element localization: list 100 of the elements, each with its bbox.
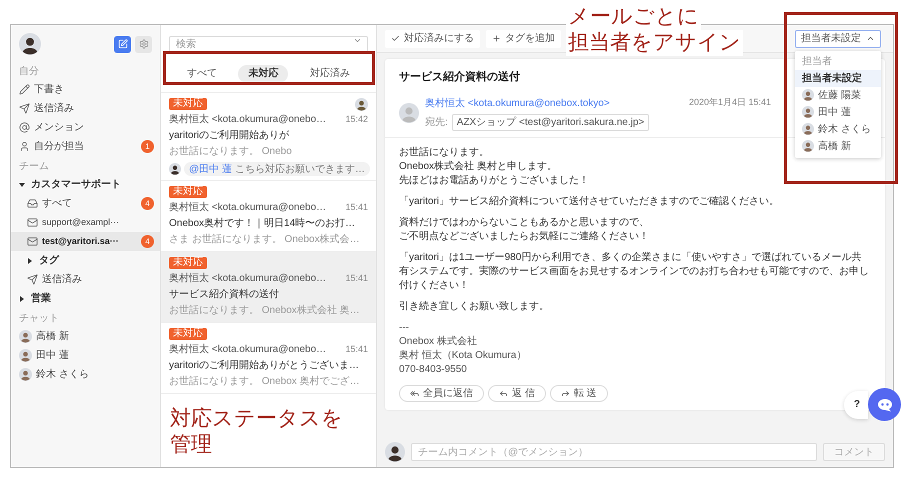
sidebar-group[interactable]: タグ — [11, 251, 160, 270]
sidebar-item[interactable]: メンション — [11, 118, 160, 137]
sidebar-item[interactable]: 自分が担当 1 — [11, 137, 160, 156]
assignee-option[interactable]: 田中 蓮 — [795, 104, 881, 120]
at-sign-icon — [19, 122, 30, 133]
annotation-text: 担当者をアサイン — [566, 30, 743, 56]
time-text: 15:41 — [345, 272, 368, 285]
send-icon — [19, 103, 30, 114]
chat-bubble-icon — [876, 398, 892, 412]
caret-icon — [27, 258, 33, 264]
sender-link[interactable]: 奥村恒太 <kota.okumura@onebox.tokyo> — [425, 96, 610, 110]
section-label: チーム — [18, 160, 50, 174]
sender-text: 奥村恒太 <kota.okumura@onebo… — [169, 342, 326, 357]
inbox-icon — [27, 198, 38, 209]
envelope-icon — [27, 236, 38, 247]
person-avatar — [19, 330, 32, 343]
section-label: チャット — [18, 312, 60, 326]
subject-text: yaritoriのご利用開始ありが — [169, 128, 290, 143]
user-icon — [19, 141, 30, 152]
person-avatar — [802, 123, 814, 135]
message-item[interactable]: 未対応 奥村恒太 <kota.okumura@onebo… 15:41 サービス紹介資料の送付 お世話になります。 Onebox株式会社 奥… — [161, 252, 376, 323]
email-text: Onebox 株式会社 — [399, 334, 477, 348]
sidebar-item[interactable]: 鈴木 さくら — [11, 365, 160, 384]
count-badge: 4 — [141, 197, 154, 210]
envelope-icon — [27, 217, 38, 228]
toolbar-button[interactable]: 対応済みにする — [385, 30, 480, 48]
person-avatar — [385, 442, 405, 462]
preview-text: お世話になります。 Onebo — [169, 144, 292, 159]
status-tag: 未対応 — [169, 186, 207, 198]
sidebar-item[interactable]: support@exampl··· — [11, 213, 160, 232]
assignee-option[interactable]: 担当者未設定 — [795, 70, 881, 86]
email-subject: サービス紹介資料の送付 — [399, 70, 520, 85]
comment-text: こちら対応お願いできます… — [234, 162, 365, 176]
sidebar-group[interactable]: カスタマーサポート — [11, 175, 160, 194]
person-avatar — [802, 140, 814, 152]
person-avatar — [19, 349, 32, 362]
plus-icon — [492, 34, 501, 43]
status-tab[interactable]: 対応済み — [300, 64, 360, 82]
time-text: 15:41 — [345, 200, 368, 214]
email-text: 資料だけではわからないこともあるかと思いますので、 — [399, 216, 649, 230]
sender-text: 奥村恒太 <kota.okumura@onebo… — [169, 200, 326, 215]
status-tag: 未対応 — [169, 328, 207, 340]
status-tab[interactable]: すべて — [176, 64, 227, 82]
email-text: お世話になります。 — [399, 146, 489, 160]
time-text: 15:41 — [345, 342, 368, 356]
person-avatar — [802, 106, 814, 118]
sidebar-item[interactable]: test@yaritori.sa··· 4 — [11, 232, 160, 251]
chevron-icon — [866, 34, 875, 43]
reply-button[interactable]: 全員に返信 — [399, 384, 484, 402]
status-tag: 未対応 — [169, 98, 207, 110]
assignee-option[interactable]: 高橋 新 — [795, 138, 881, 154]
sidebar-item[interactable]: すべて 4 — [11, 194, 160, 213]
email-text: ご不明点などございましたらお気軽にご連絡ください！ — [399, 230, 649, 244]
email-text: 引き続き宜しくお願い致します。 — [399, 300, 549, 314]
sidebar-group[interactable]: 営業 — [11, 289, 160, 308]
settings-button[interactable] — [135, 36, 152, 52]
recipient-label: 宛先: — [425, 116, 448, 130]
sidebar-item[interactable]: 高橋 新 — [11, 327, 160, 346]
preview-text: お世話になります。 Onebox 奥村でござ… — [169, 374, 360, 389]
count-badge: 1 — [141, 140, 154, 153]
pencil-icon — [19, 84, 30, 95]
section-label: 自分 — [18, 65, 40, 79]
subject-text: Onebox奥村です！｜明日14時〜のお打… — [169, 216, 356, 231]
date-text: 2020年1月4日 15:41 — [688, 96, 771, 110]
preview-text: お世話になります。 Onebox株式会社 奥… — [169, 304, 360, 318]
sender-text: 奥村恒太 <kota.okumura@onebo… — [169, 112, 326, 127]
check-icon — [391, 34, 400, 43]
person-avatar — [19, 33, 41, 55]
assignee-option[interactable]: 佐藤 陽菜 — [795, 86, 881, 104]
person-avatar — [169, 163, 181, 175]
time-text: 15:42 — [345, 112, 368, 126]
email-text: Onebox株式会社 奥村と申します。 — [399, 160, 557, 174]
settings-icon — [138, 39, 148, 49]
caret-icon — [19, 182, 25, 188]
compose-icon — [118, 39, 128, 49]
menu-label: 担当者 — [801, 54, 833, 69]
subject-text: サービス紹介資料の送付 — [169, 288, 279, 302]
email-text: 「yaritori」は1ユーザー980円から利用でき、多くの企業さまに「使いやすさ」で選ばれているメール共有システムです。実際のサービス画面をお見せするオンラインでのお打ち合わせも可能ですので、お申し付けください！ — [399, 250, 870, 292]
status-tag: 未対応 — [169, 257, 207, 269]
reply-button[interactable]: 転 送 — [550, 384, 608, 402]
person-avatar — [399, 103, 419, 123]
recipient-chip: AZXショップ <test@yaritori.sakura.ne.jp> — [452, 114, 650, 130]
sidebar-item[interactable]: 田中 蓮 — [11, 346, 160, 365]
sidebar-item[interactable]: 送信済み — [11, 270, 160, 289]
dropdown-icon — [353, 36, 362, 45]
email-text: 「yaritori」サービス紹介資料について送付させていただきますのでご確認ください。 — [399, 194, 780, 208]
mention-text: @田中 蓮 — [189, 162, 232, 176]
person-avatar — [19, 368, 32, 381]
sidebar-item[interactable]: 送信済み — [11, 99, 160, 118]
sidebar-item[interactable]: 下書き — [11, 80, 160, 99]
assignee-option[interactable]: 鈴木 さくら — [795, 120, 881, 138]
assignee-select[interactable]: 担当者未設定 — [795, 30, 881, 48]
compose-button[interactable] — [114, 36, 131, 52]
toolbar-button[interactable]: タグを追加 — [486, 30, 561, 48]
count-badge: 4 — [141, 235, 154, 248]
caret-icon — [19, 296, 25, 302]
status-tab[interactable]: 未対応 — [238, 64, 288, 82]
forward-icon — [560, 388, 570, 398]
chat-button[interactable] — [868, 388, 901, 421]
reply-button[interactable]: 返 信 — [488, 384, 546, 402]
